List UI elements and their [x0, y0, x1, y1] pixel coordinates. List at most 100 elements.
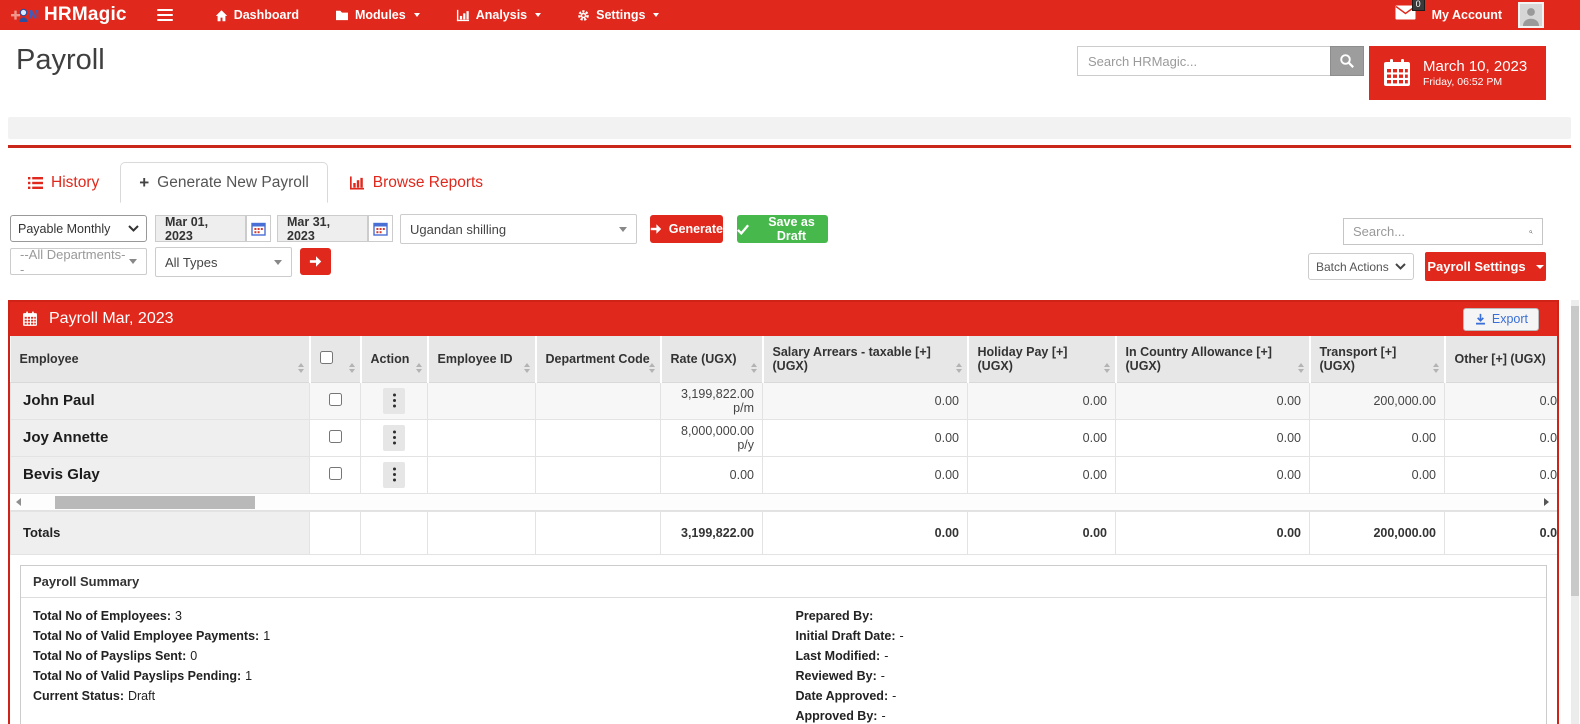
row-checkbox[interactable]	[329, 467, 342, 480]
vertical-scrollbar[interactable]	[1571, 300, 1579, 724]
calendar-icon	[1382, 58, 1412, 88]
tab-generate-new-payroll[interactable]: + Generate New Payroll	[120, 162, 328, 203]
horizontal-scrollbar[interactable]	[10, 494, 1557, 511]
employee-id-cell	[428, 419, 536, 456]
col-transport[interactable]: Transport [+] (UGX)	[1310, 336, 1445, 382]
save-as-draft-button[interactable]: Save as Draft	[737, 215, 828, 243]
global-search	[1077, 46, 1364, 76]
col-select-all[interactable]	[310, 336, 361, 382]
date-from-input[interactable]: Mar 01, 2023	[155, 215, 246, 242]
table-row: John Paul 3,199,822.00 p/m 0.00 0.00 0.0…	[11, 382, 1560, 419]
select-all-checkbox[interactable]	[320, 351, 333, 364]
arrow-right-icon	[650, 223, 663, 235]
global-search-button[interactable]	[1330, 46, 1364, 76]
chevron-down-icon	[128, 225, 139, 232]
nav-settings[interactable]: Settings	[563, 0, 673, 30]
col-employee-id[interactable]: Employee ID	[428, 336, 536, 382]
rate-cell: 8,000,000.00 p/y	[661, 419, 763, 456]
scroll-right-icon[interactable]	[1544, 498, 1549, 506]
totals-transport: 200,000.00	[1310, 511, 1445, 554]
date-to-input[interactable]: Mar 31, 2023	[277, 215, 368, 242]
messages-button[interactable]: 0	[1395, 5, 1416, 25]
svg-text:M: M	[29, 8, 39, 22]
global-search-input[interactable]	[1077, 46, 1330, 76]
tab-history[interactable]: History	[10, 162, 117, 203]
row-actions-button[interactable]	[383, 425, 405, 451]
col-employee[interactable]: Employee	[11, 336, 310, 382]
summary-title: Payroll Summary	[21, 566, 1546, 598]
scrollbar-thumb[interactable]	[55, 496, 255, 509]
divider	[8, 145, 1571, 148]
in-country-cell: 0.00	[1116, 456, 1310, 493]
row-actions-button[interactable]	[383, 388, 405, 414]
sort-icon	[524, 363, 530, 373]
summary-right-column: Prepared By: Initial Draft Date:- Last M…	[784, 608, 1547, 724]
my-account-link[interactable]: My Account	[1432, 8, 1502, 22]
employee-type-select[interactable]: All Types	[155, 247, 292, 277]
pay-type-select[interactable]: Payable Monthly	[10, 215, 147, 242]
employee-name: Bevis Glay	[11, 456, 310, 493]
navbar-right: 0 My Account	[1395, 2, 1544, 28]
generate-button[interactable]: Generate	[650, 215, 723, 243]
nav-analysis[interactable]: Analysis	[442, 0, 555, 30]
totals-other: 0.00	[1445, 511, 1560, 554]
col-action[interactable]: Action	[361, 336, 428, 382]
transport-cell: 0.00	[1310, 419, 1445, 456]
currency-select[interactable]: Ugandan shilling	[400, 214, 637, 244]
brand-logo[interactable]: M HRMagic	[10, 4, 127, 26]
payroll-panel-header: Payroll Mar, 2023 Export	[10, 302, 1557, 336]
rate-cell: 0.00	[661, 456, 763, 493]
apply-filters-button[interactable]	[300, 248, 331, 275]
col-holiday-pay[interactable]: Holiday Pay [+] (UGX)	[968, 336, 1116, 382]
date-from-picker-button[interactable]	[246, 215, 271, 242]
row-checkbox[interactable]	[329, 430, 342, 443]
table-row: Joy Annette 8,000,000.00 p/y 0.00 0.00 0…	[11, 419, 1560, 456]
chevron-down-icon	[129, 259, 137, 264]
main-nav: Dashboard Modules Analysis Settings	[201, 0, 674, 30]
scrollbar-thumb[interactable]	[1571, 306, 1579, 596]
person-icon	[1520, 4, 1542, 26]
brand-name: HRMagic	[44, 4, 127, 26]
export-button[interactable]: Export	[1463, 308, 1539, 331]
calendar-icon	[22, 311, 38, 327]
nav-modules[interactable]: Modules	[321, 0, 434, 30]
calendar-icon	[251, 221, 266, 236]
date-to-picker-button[interactable]	[368, 215, 393, 242]
in-country-cell: 0.00	[1116, 382, 1310, 419]
salary-arrears-cell: 0.00	[763, 456, 968, 493]
kebab-icon	[393, 436, 396, 439]
payroll-settings-button[interactable]: Payroll Settings	[1425, 252, 1546, 281]
kebab-icon	[393, 399, 396, 402]
chevron-down-icon	[535, 13, 541, 17]
holiday-pay-cell: 0.00	[968, 382, 1116, 419]
totals-in-country: 0.00	[1116, 511, 1310, 554]
sort-icon	[1104, 363, 1110, 373]
col-in-country-allowance[interactable]: In Country Allowance [+] (UGX)	[1116, 336, 1310, 382]
nav-dashboard[interactable]: Dashboard	[201, 0, 313, 30]
tab-browse-reports[interactable]: Browse Reports	[331, 162, 501, 203]
hrmagic-logo-icon: M	[10, 5, 40, 25]
totals-row: Totals 3,199,822.00 0.00 0.00 0.00 200,0…	[11, 511, 1560, 554]
employee-name: Joy Annette	[11, 419, 310, 456]
row-checkbox[interactable]	[329, 393, 342, 406]
batch-actions-select[interactable]: Batch Actions	[1308, 253, 1414, 280]
col-salary-arrears[interactable]: Salary Arrears - taxable [+] (UGX)	[763, 336, 968, 382]
payroll-page: M HRMagic Dashboard Modules Analysis	[0, 0, 1580, 724]
gear-icon	[577, 9, 590, 22]
holiday-pay-cell: 0.00	[968, 419, 1116, 456]
scroll-left-icon[interactable]	[16, 498, 21, 506]
avatar[interactable]	[1518, 2, 1544, 28]
table-search-input[interactable]	[1353, 224, 1529, 239]
col-rate[interactable]: Rate (UGX)	[661, 336, 763, 382]
table-search	[1343, 218, 1543, 245]
sort-icon	[751, 363, 757, 373]
sort-icon	[1298, 363, 1304, 373]
col-department-code[interactable]: Department Code	[536, 336, 661, 382]
col-other[interactable]: Other [+] (UGX)	[1445, 336, 1560, 382]
chevron-down-icon	[653, 13, 659, 17]
department-select[interactable]: --All Departments--	[10, 248, 147, 275]
check-icon	[737, 224, 749, 235]
menu-toggle-icon[interactable]	[153, 5, 177, 26]
row-actions-button[interactable]	[383, 462, 405, 488]
download-icon	[1474, 313, 1487, 326]
